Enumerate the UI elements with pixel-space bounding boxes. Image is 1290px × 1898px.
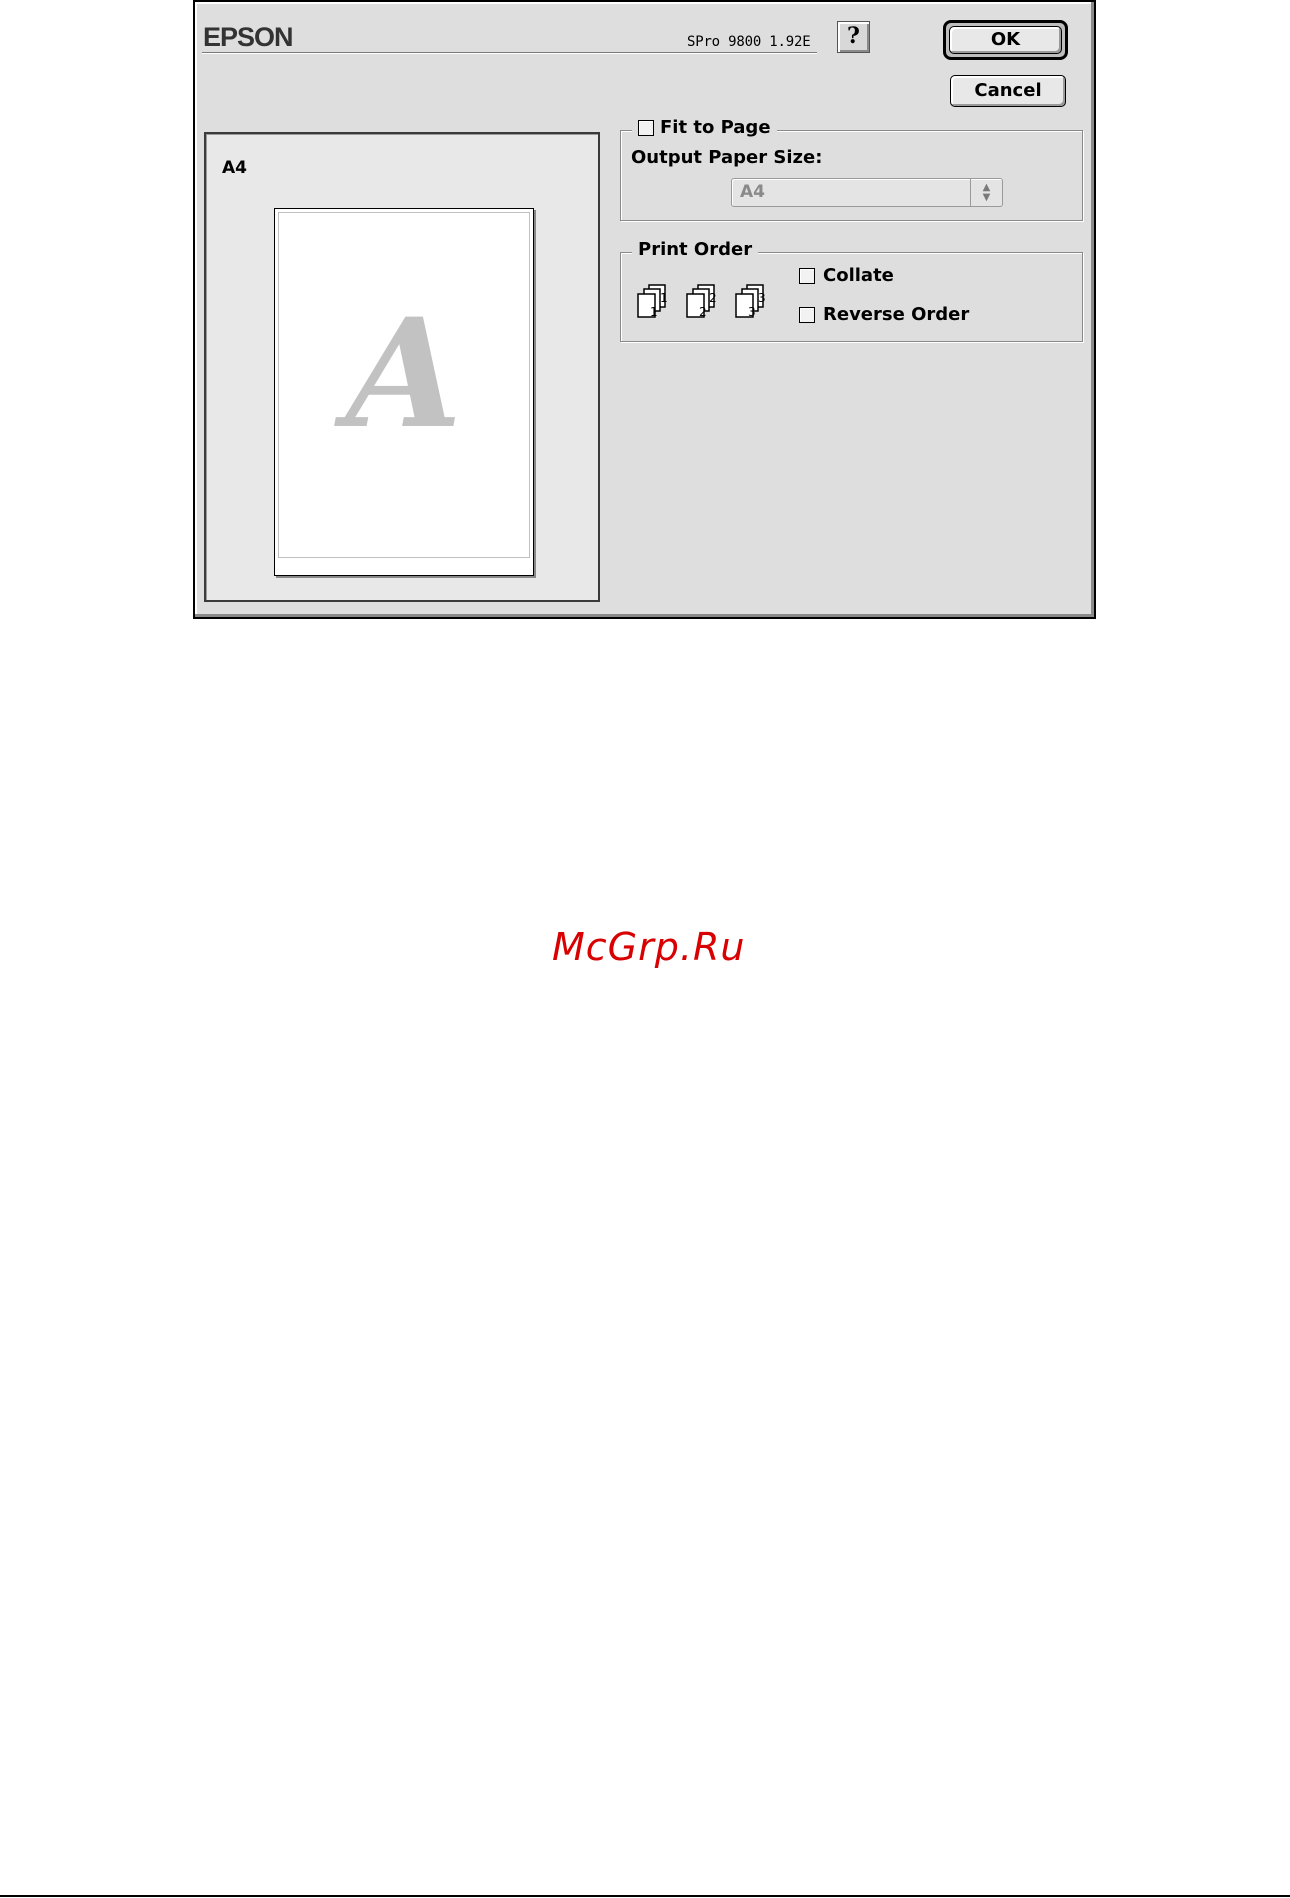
up-down-arrows-icon: ▲ ▼ bbox=[970, 179, 1002, 206]
preview-sample-letter: A bbox=[345, 286, 463, 462]
print-order-group: Print Order 1 1 2 2 3 3 Collate Reverse … bbox=[620, 239, 1083, 342]
reverse-order-checkbox[interactable] bbox=[799, 306, 815, 323]
output-paper-size-value: A4 bbox=[740, 182, 765, 202]
svg-text:1: 1 bbox=[660, 291, 668, 305]
order-2-icon: 2 2 bbox=[686, 284, 717, 319]
fit-to-page-label: Fit to Page bbox=[660, 117, 771, 138]
collate-checkbox[interactable] bbox=[799, 267, 815, 284]
order-1-icon: 1 1 bbox=[637, 284, 668, 319]
svg-text:3: 3 bbox=[748, 305, 756, 319]
help-button[interactable]: ? bbox=[837, 21, 870, 53]
fit-to-page-checkbox[interactable] bbox=[638, 119, 654, 136]
output-paper-size-select[interactable]: A4 ▲ ▼ bbox=[731, 178, 1003, 207]
svg-text:2: 2 bbox=[709, 291, 717, 305]
preview-paper: A bbox=[274, 208, 534, 576]
page-setup-dialog: EPSON SPro 9800 1.92E ? OK Cancel A4 A F… bbox=[193, 0, 1096, 619]
header-divider bbox=[202, 52, 817, 54]
preview-paper-size: A4 bbox=[222, 158, 247, 178]
ok-button-default-ring: OK bbox=[943, 20, 1068, 60]
watermark-text: McGrp.Ru bbox=[552, 925, 746, 969]
page-footer-rule bbox=[0, 1895, 1290, 1897]
svg-text:2: 2 bbox=[699, 305, 707, 319]
epson-logo: EPSON bbox=[203, 22, 294, 52]
reverse-order-option[interactable]: Reverse Order bbox=[799, 304, 969, 325]
fit-to-page-group: Fit to Page Output Paper Size: A4 ▲ ▼ bbox=[620, 117, 1083, 221]
svg-text:3: 3 bbox=[758, 291, 766, 305]
output-paper-size-label: Output Paper Size: bbox=[631, 147, 823, 168]
reverse-order-label: Reverse Order bbox=[823, 304, 970, 325]
page-preview: A4 A bbox=[204, 132, 600, 602]
ok-button[interactable]: OK bbox=[949, 26, 1062, 54]
fit-to-page-option[interactable]: Fit to Page bbox=[632, 117, 777, 138]
svg-text:1: 1 bbox=[650, 305, 658, 319]
print-order-title: Print Order bbox=[632, 239, 759, 260]
collate-option[interactable]: Collate bbox=[799, 265, 894, 286]
collate-label: Collate bbox=[823, 265, 894, 286]
print-order-icons: 1 1 2 2 3 3 bbox=[635, 283, 777, 321]
order-3-icon: 3 3 bbox=[735, 284, 766, 319]
cancel-button[interactable]: Cancel bbox=[950, 75, 1066, 107]
driver-version: SPro 9800 1.92E bbox=[687, 34, 811, 50]
